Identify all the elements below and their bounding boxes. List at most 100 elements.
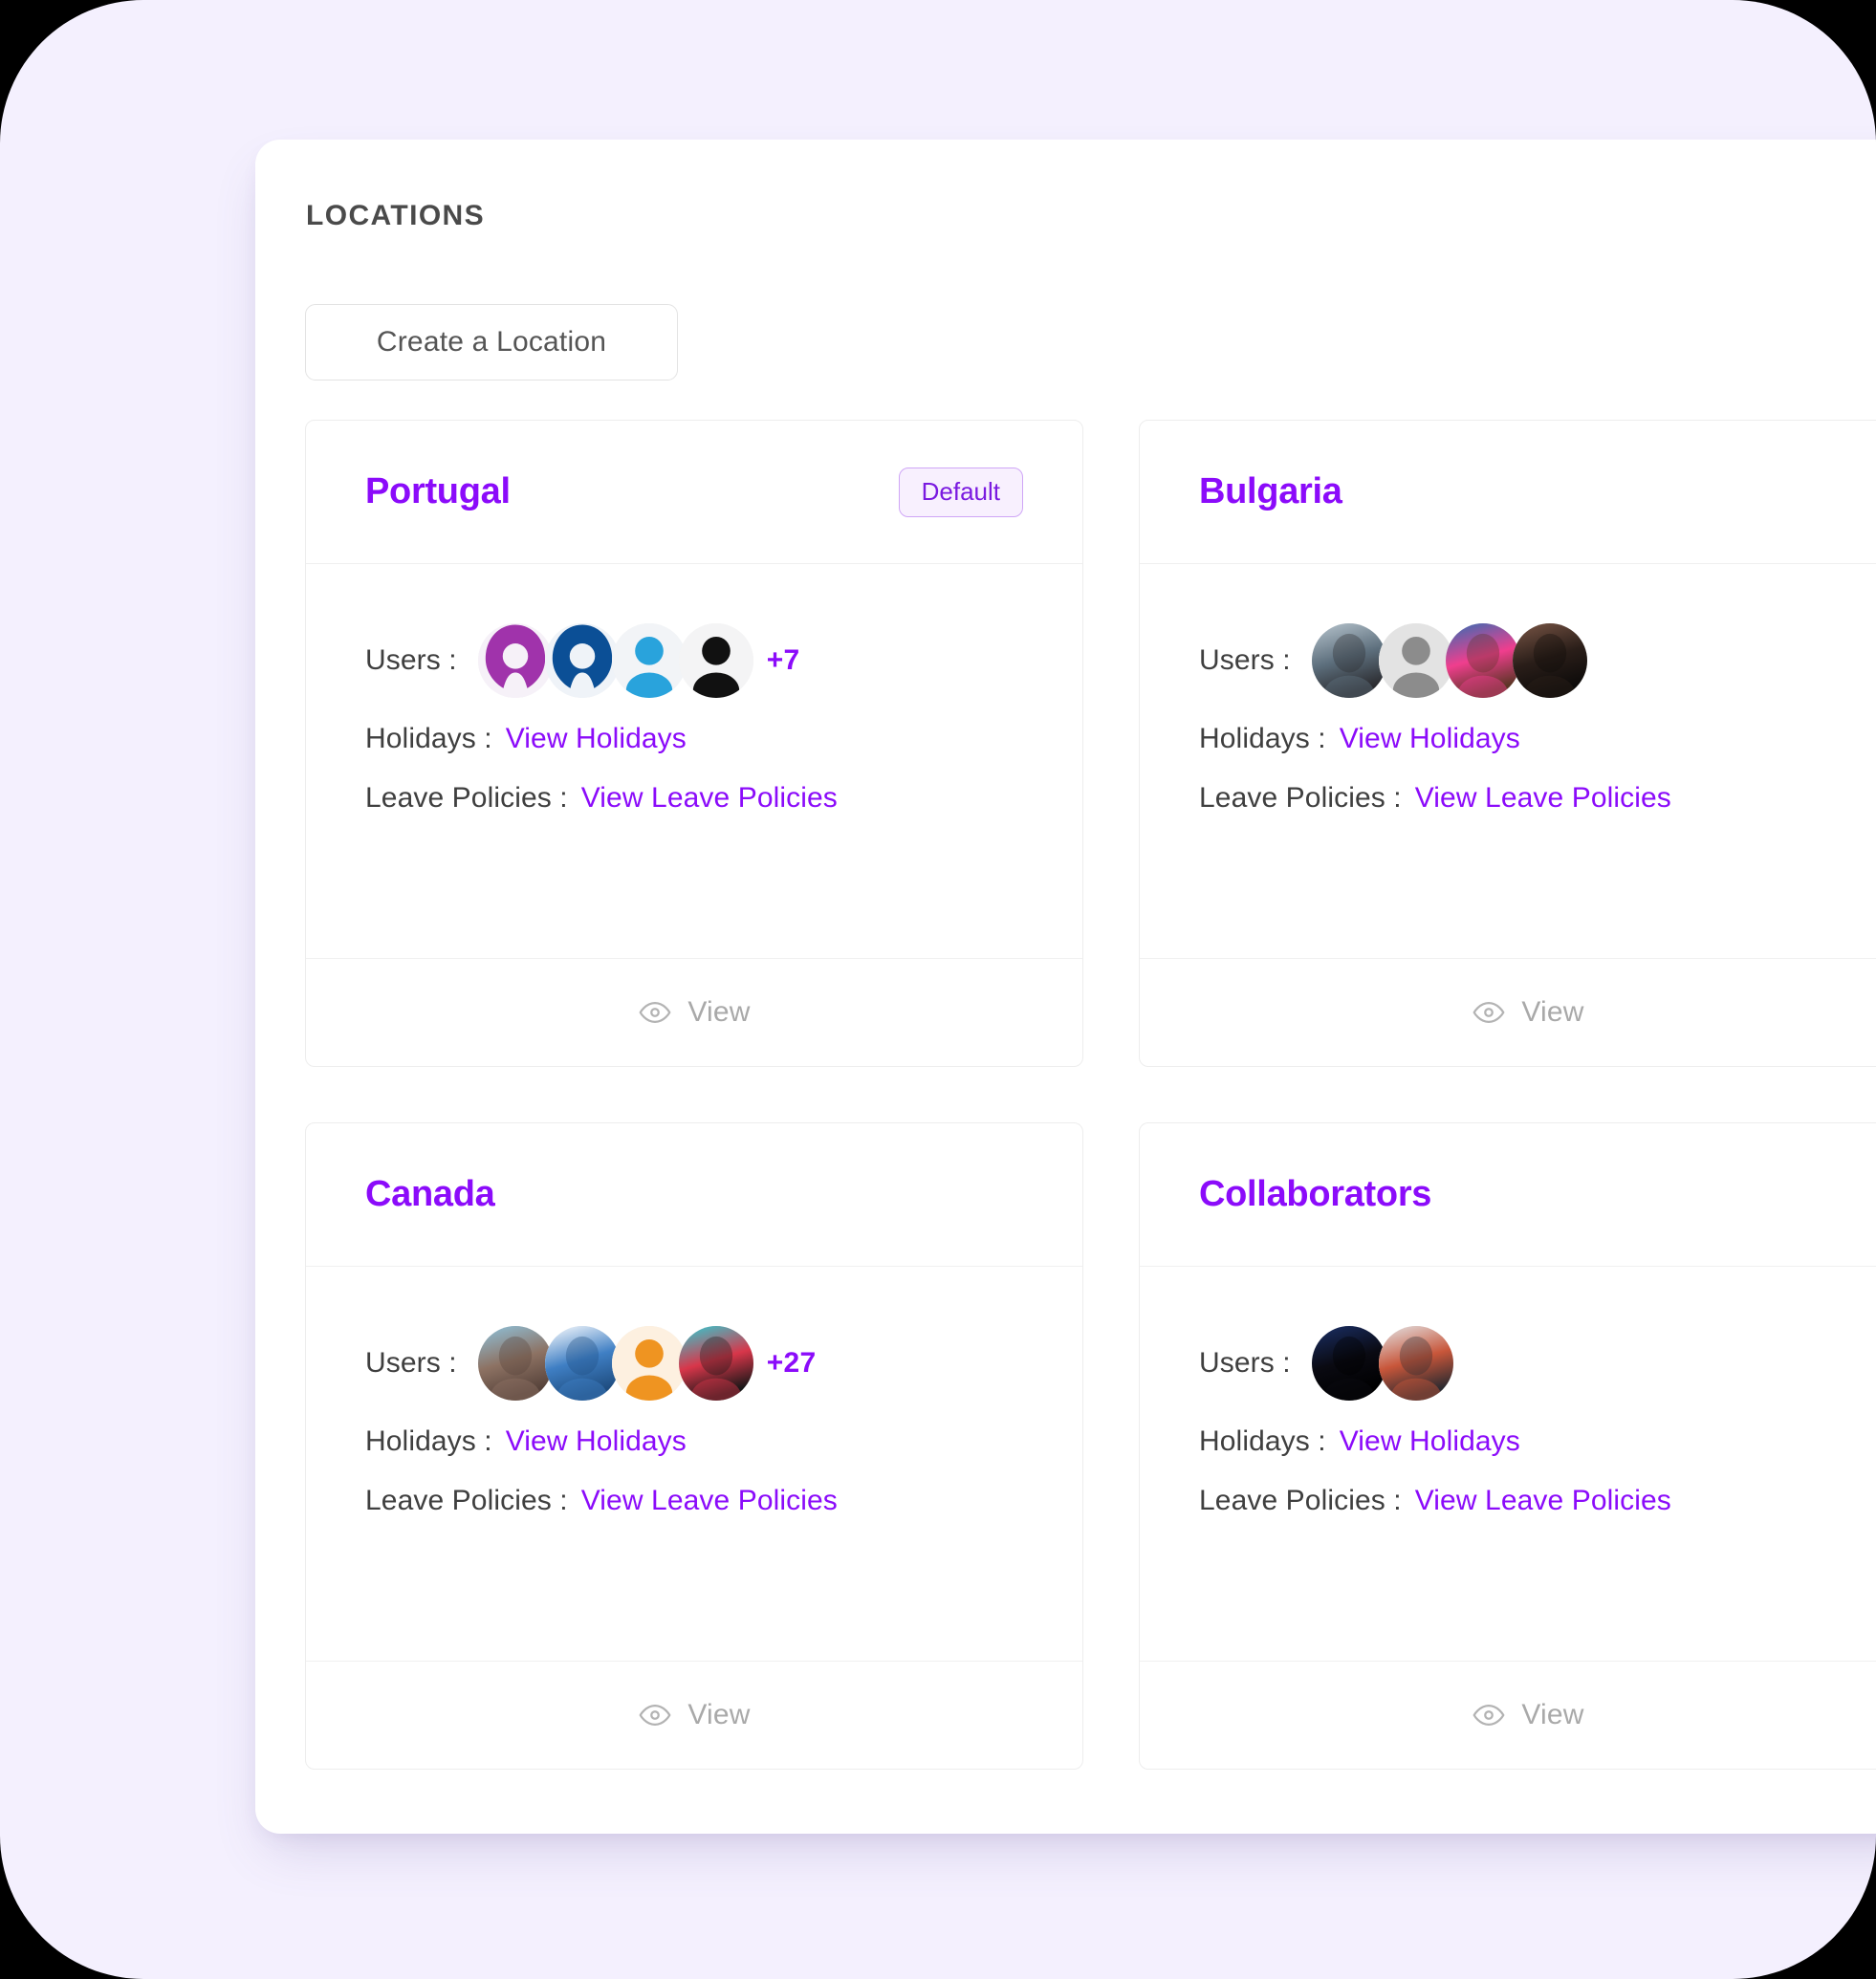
location-name: Portugal (365, 471, 511, 511)
avatar-group (477, 1326, 753, 1401)
users-row: Users : (1199, 1326, 1857, 1401)
holidays-row: Holidays : View Holidays (1199, 1425, 1857, 1458)
person-icon (678, 623, 753, 698)
avatar[interactable] (1445, 623, 1520, 698)
avatar[interactable] (477, 623, 553, 698)
location-card: Bulgaria Users : Holidays : View Holidays Le… (1139, 420, 1876, 1067)
users-row: Users : +27 (365, 1326, 1023, 1401)
page-title: LOCATIONS (306, 200, 486, 231)
holidays-row: Holidays : View Holidays (365, 723, 1023, 755)
eye-icon (1472, 1001, 1505, 1024)
eye-icon (1472, 1704, 1505, 1727)
eye-icon (638, 1698, 672, 1732)
users-label: Users : (365, 644, 457, 676)
users-row: Users : (1199, 623, 1857, 698)
location-name: Collaborators (1199, 1174, 1432, 1214)
view-location-button[interactable]: View (1140, 1662, 1876, 1769)
user-photo (544, 1326, 620, 1401)
avatar[interactable] (544, 623, 620, 698)
default-badge[interactable]: Default (898, 467, 1023, 517)
person-icon (611, 623, 687, 698)
view-holidays-link[interactable]: View Holidays (1340, 723, 1520, 755)
user-photo (1311, 623, 1386, 698)
view-holidays-link[interactable]: View Holidays (1340, 1425, 1520, 1458)
user-photo (1378, 1326, 1453, 1401)
avatar[interactable] (678, 623, 753, 698)
avatar[interactable] (1311, 1326, 1386, 1401)
view-location-button[interactable]: View (306, 1662, 1082, 1769)
avatar[interactable] (611, 1326, 687, 1401)
avatar-group (1311, 623, 1587, 698)
avatar[interactable] (1378, 623, 1453, 698)
avatar[interactable] (678, 1326, 753, 1401)
user-photo (477, 1326, 553, 1401)
location-card: Canada Users : +27 Holidays : View Holidays L… (305, 1122, 1083, 1770)
avatar[interactable] (611, 623, 687, 698)
app-viewport: LOCATIONS Create a Location Portugal Defa… (0, 0, 1876, 1979)
location-card-header: Collaborators (1140, 1123, 1876, 1267)
location-card-header: Bulgaria (1140, 421, 1876, 564)
additional-users-count[interactable]: +27 (767, 1347, 817, 1380)
view-location-button[interactable]: View (1140, 959, 1876, 1066)
eye-icon (639, 1001, 671, 1024)
leave-policies-label: Leave Policies : (1199, 782, 1402, 814)
avatar[interactable] (1512, 623, 1587, 698)
leave-policies-row: Leave Policies : View Leave Policies (1199, 1485, 1857, 1517)
view-label: View (1521, 1699, 1584, 1730)
eye-icon (639, 1704, 671, 1727)
eye-icon (638, 995, 672, 1030)
holidays-label: Holidays : (365, 723, 492, 754)
holidays-label: Holidays : (1199, 1425, 1326, 1457)
view-label: View (1521, 996, 1584, 1028)
user-photo (678, 1326, 753, 1401)
view-holidays-link[interactable]: View Holidays (506, 1425, 687, 1458)
location-card-header: Canada (306, 1123, 1082, 1267)
holidays-row: Holidays : View Holidays (1199, 723, 1857, 755)
location-card-header: Portugal Default (306, 421, 1082, 564)
person-icon (544, 623, 620, 698)
location-card-body: Users : Holidays : View Holidays Leave Poli… (1140, 1267, 1876, 1662)
users-label: Users : (365, 1347, 457, 1379)
leave-policies-row: Leave Policies : View Leave Policies (365, 1485, 1023, 1517)
eye-icon (1472, 995, 1506, 1030)
users-label: Users : (1199, 644, 1291, 676)
locations-panel: LOCATIONS Create a Location Portugal Defa… (255, 140, 1876, 1834)
user-photo (1445, 623, 1520, 698)
location-card: Portugal Default Users : +7 Holidays : View H… (305, 420, 1083, 1067)
users-label: Users : (1199, 1347, 1291, 1379)
location-name: Bulgaria (1199, 471, 1342, 511)
locations-grid: Portugal Default Users : +7 Holidays : View H… (305, 420, 1876, 1770)
view-leave-policies-link[interactable]: View Leave Policies (1415, 1485, 1671, 1517)
view-label: View (687, 1699, 751, 1730)
view-leave-policies-link[interactable]: View Leave Policies (581, 1485, 838, 1517)
additional-users-count[interactable]: +7 (767, 644, 800, 677)
avatar[interactable] (1378, 1326, 1453, 1401)
leave-policies-label: Leave Policies : (365, 782, 568, 814)
avatar-group (477, 623, 753, 698)
view-location-button[interactable]: View (306, 959, 1082, 1066)
location-card-body: Users : Holidays : View Holidays Leave Poli… (1140, 564, 1876, 959)
avatar[interactable] (544, 1326, 620, 1401)
avatar[interactable] (1311, 623, 1386, 698)
location-card-body: Users : +27 Holidays : View Holidays Leave P… (306, 1267, 1082, 1662)
leave-policies-row: Leave Policies : View Leave Policies (365, 782, 1023, 815)
leave-policies-row: Leave Policies : View Leave Policies (1199, 782, 1857, 815)
users-row: Users : +7 (365, 623, 1023, 698)
create-location-button[interactable]: Create a Location (305, 304, 678, 381)
view-leave-policies-link[interactable]: View Leave Policies (1415, 782, 1671, 815)
user-photo (1311, 1326, 1386, 1401)
view-holidays-link[interactable]: View Holidays (506, 723, 687, 755)
leave-policies-label: Leave Policies : (365, 1485, 568, 1516)
avatar-group (1311, 1326, 1453, 1401)
avatar[interactable] (477, 1326, 553, 1401)
person-icon (477, 623, 553, 698)
user-photo (1512, 623, 1587, 698)
holidays-label: Holidays : (365, 1425, 492, 1457)
holidays-row: Holidays : View Holidays (365, 1425, 1023, 1458)
location-card: Collaborators Users : Holidays : View Holid… (1139, 1122, 1876, 1770)
leave-policies-label: Leave Policies : (1199, 1485, 1402, 1516)
person-icon (611, 1326, 687, 1401)
view-leave-policies-link[interactable]: View Leave Policies (581, 782, 838, 815)
holidays-label: Holidays : (1199, 723, 1326, 754)
view-label: View (687, 996, 751, 1028)
